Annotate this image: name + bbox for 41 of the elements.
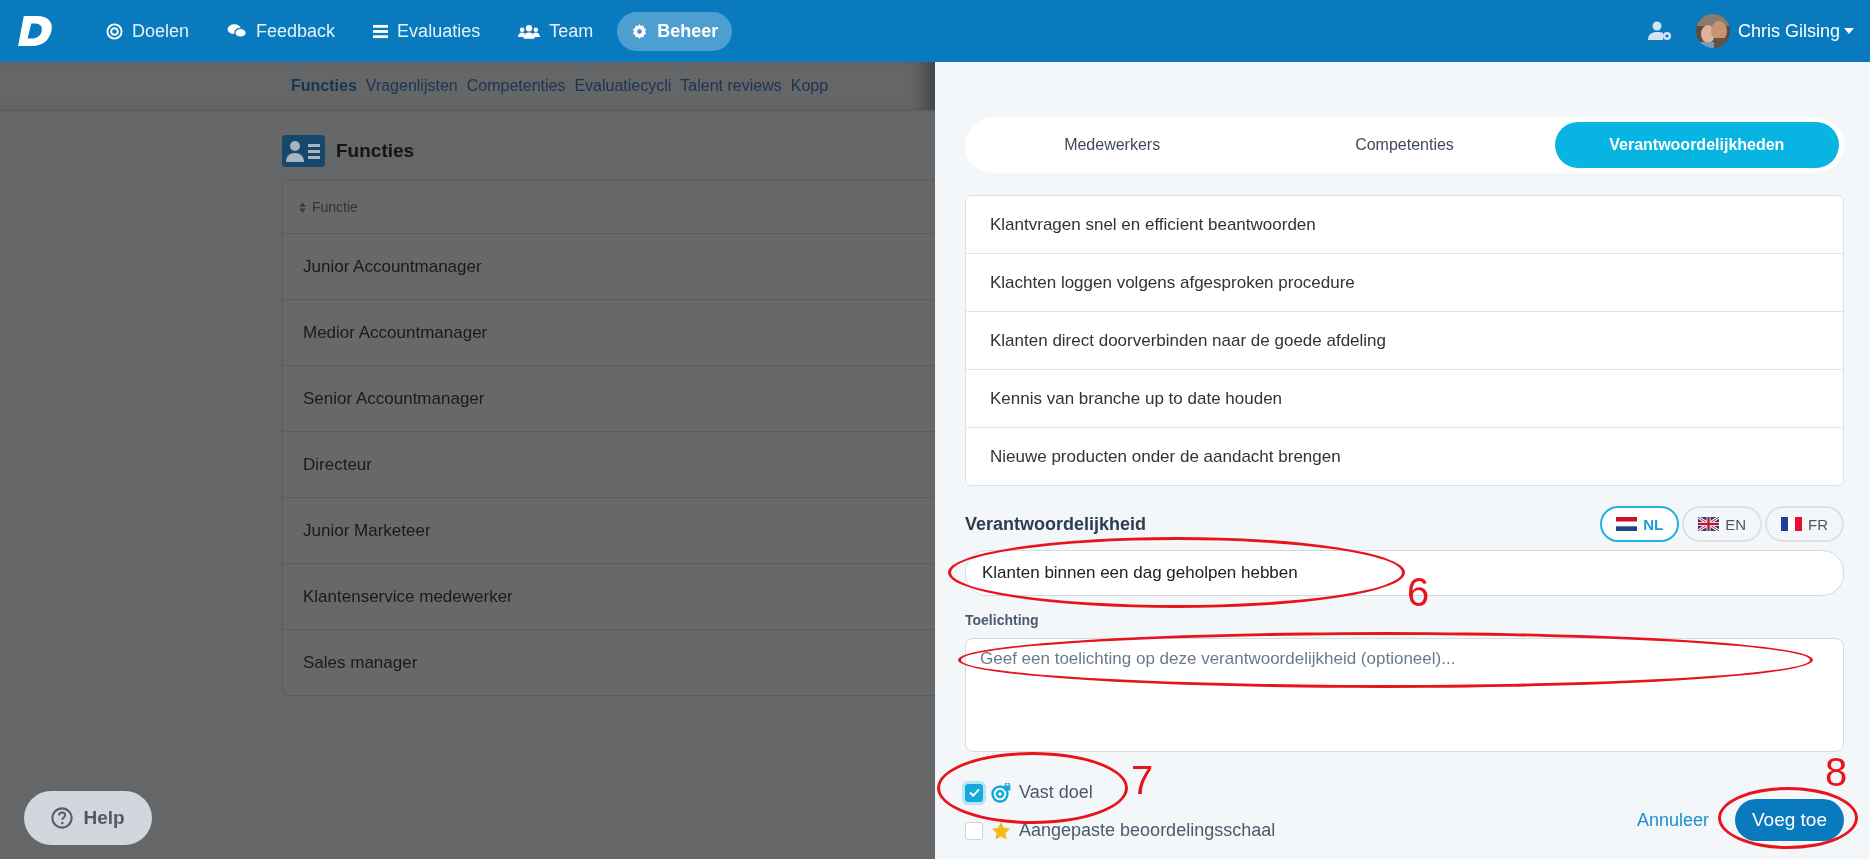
table-cell: Senior Accountmanager (303, 388, 485, 409)
panel-tab[interactable]: Competenties (1262, 122, 1547, 168)
list-item[interactable]: Klantvragen snel en efficient beantwoorden (966, 196, 1843, 254)
subnav-tab[interactable]: Vragenlijsten (365, 77, 458, 95)
language-button[interactable]: FR (1765, 506, 1844, 542)
add-button[interactable]: Voeg toe (1734, 799, 1844, 841)
help-button[interactable]: Help (24, 791, 152, 845)
user-menu[interactable]: Chris Gilsing (1737, 20, 1854, 42)
table-cell: Medior Accountmanager (303, 322, 488, 343)
list-item[interactable]: Klanten direct doorverbinden naar de goede afdeling (966, 312, 1843, 370)
option-label: Vast doel (1019, 782, 1093, 803)
nav-item[interactable]: Evaluaties (359, 11, 495, 51)
field-label: Verantwoordelijkheid (965, 513, 1147, 535)
table-cell: Junior Accountmanager (303, 256, 482, 277)
nav-item[interactable]: Feedback (213, 11, 350, 51)
text-area[interactable]: Geef een toelichting op deze verantwoordelijkheid (optioneel)... (965, 638, 1844, 752)
panel-tab[interactable]: Verantwoordelijkheden (1554, 122, 1839, 168)
field-label: Toelichting (965, 612, 1040, 628)
subnav-tab[interactable]: Talent reviews (680, 77, 782, 95)
table-cell: Directeur (303, 454, 372, 475)
language-button[interactable]: NL (1600, 506, 1680, 542)
table-cell: Klantenservice medewerker (303, 586, 513, 607)
list-item[interactable]: Nieuwe producten onder de aandacht brengen (966, 428, 1843, 485)
subnav-tab[interactable]: Kopp (790, 77, 829, 95)
table-cell: Junior Marketeer (303, 520, 431, 541)
panel-tab[interactable]: Medewerkers (970, 122, 1255, 168)
nav-item[interactable]: Beheer (617, 11, 733, 51)
subnav-tab[interactable]: Evaluatiecycli (574, 77, 672, 95)
language-button[interactable]: EN (1682, 506, 1762, 542)
table-cell: Sales manager (303, 652, 418, 673)
annotation-number: 7 (1131, 760, 1154, 800)
subnav-tab[interactable]: Competenties (466, 77, 566, 95)
page-title: Functies (336, 140, 415, 162)
nav-item[interactable]: Doelen (92, 11, 204, 51)
cancel-link[interactable]: Annuleer (1636, 809, 1709, 831)
annotation-number: 8 (1825, 752, 1848, 792)
nav-item[interactable]: Team (504, 11, 608, 51)
subnav-tab[interactable]: Functies (291, 77, 357, 95)
list-item[interactable]: Klachten loggen volgens afgesproken procedure (966, 254, 1843, 312)
option-label: Aangepaste beoordelingsschaal (1019, 820, 1276, 841)
list-item[interactable]: Kennis van branche up to date houden (966, 370, 1843, 428)
